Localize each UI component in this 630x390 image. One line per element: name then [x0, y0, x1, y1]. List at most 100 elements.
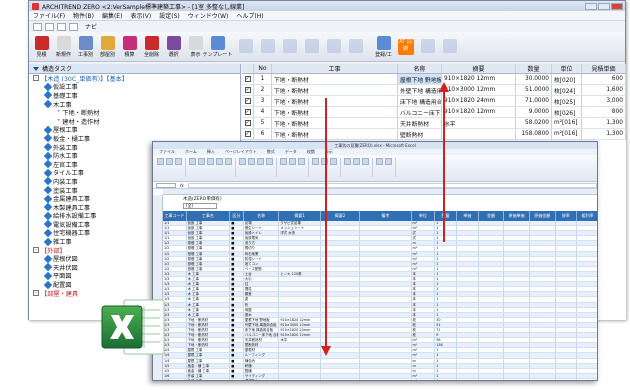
- sheet-cell[interactable]: ベース配筋: [244, 266, 280, 271]
- sheet-cell[interactable]: [504, 251, 530, 256]
- sheet-cell[interactable]: ルーフィング: [244, 353, 280, 358]
- sheet-cell[interactable]: [479, 373, 505, 378]
- sheet-cell[interactable]: [479, 312, 505, 317]
- sheet-cell[interactable]: [360, 312, 412, 317]
- sheet-cell[interactable]: 1: [435, 297, 457, 302]
- grid-column-header[interactable]: [242, 64, 254, 73]
- sheet-cell[interactable]: [457, 221, 479, 226]
- work-cell[interactable]: 下地・断熱材: [272, 129, 398, 139]
- sheet-cell[interactable]: [504, 256, 530, 261]
- sheet-cell[interactable]: 木 工事: [187, 277, 231, 282]
- ribbon-tab[interactable]: ホーム: [185, 149, 197, 155]
- sheet-cell[interactable]: [504, 266, 530, 271]
- sheet-cell[interactable]: 木 工事: [187, 282, 231, 287]
- row-checkbox-cell[interactable]: ✓: [242, 129, 254, 139]
- grid-column-header[interactable]: 単位: [552, 64, 582, 73]
- sheet-cell[interactable]: ■: [230, 368, 244, 373]
- sheet-cell[interactable]: [360, 271, 412, 277]
- sheet-cell[interactable]: メッシュシート: [279, 226, 321, 231]
- sheet-column-header[interactable]: 工事コード: [163, 211, 187, 221]
- sheet-cell[interactable]: [530, 266, 556, 271]
- sheet-cell[interactable]: サイディング: [244, 373, 280, 378]
- sheet-cell[interactable]: [457, 348, 479, 353]
- spec-cell[interactable]: 910×1820 24mm: [442, 96, 516, 106]
- sheet-cell[interactable]: [360, 363, 412, 368]
- sheet-cell[interactable]: [577, 323, 597, 327]
- grid-column-header[interactable]: 摘要: [442, 64, 516, 73]
- sheet-column-header[interactable]: 原価金額: [530, 211, 556, 221]
- toolbar-button[interactable]: テンプレート: [203, 33, 232, 61]
- sheet-cell[interactable]: [457, 353, 479, 358]
- tree-node[interactable]: 木工事: [29, 99, 240, 109]
- sheet-cell[interactable]: [360, 277, 412, 282]
- sheet-cell[interactable]: [457, 373, 479, 378]
- sheet-cell[interactable]: [577, 369, 597, 373]
- sheet-cell[interactable]: [479, 241, 505, 246]
- sheet-cell[interactable]: クサビ式足場: [279, 221, 321, 226]
- sheet-cell[interactable]: [577, 379, 597, 380]
- sheet-cell[interactable]: [360, 241, 412, 246]
- sheet-cell[interactable]: [504, 282, 530, 287]
- sheet-cell[interactable]: ■: [230, 246, 244, 251]
- toolbar-button[interactable]: 工事別: [75, 33, 96, 61]
- toolbar-button[interactable]: 選択: [163, 33, 184, 61]
- sheet-cell[interactable]: [321, 378, 361, 380]
- sheet-cell[interactable]: [556, 317, 578, 322]
- sheet-cell[interactable]: [479, 221, 505, 226]
- menu-item[interactable]: ウィンドウ(W): [188, 11, 229, 20]
- sheet-cell[interactable]: ■: [230, 251, 244, 256]
- sheet-cell[interactable]: ■: [230, 327, 244, 333]
- sheet-cell[interactable]: [479, 348, 505, 353]
- sheet-cell[interactable]: [530, 292, 556, 297]
- sheet-cell[interactable]: [479, 261, 505, 266]
- sheet-cell[interactable]: [504, 302, 530, 307]
- sheet-cell[interactable]: 1: [435, 221, 457, 226]
- sheet-cell[interactable]: [530, 353, 556, 358]
- ribbon-tab[interactable]: 数式: [267, 149, 275, 155]
- sheet-cell[interactable]: [504, 317, 530, 322]
- sheet-cell[interactable]: [556, 358, 578, 363]
- sheet-cell[interactable]: [360, 368, 412, 373]
- sheet-cell[interactable]: m²: [412, 251, 436, 256]
- sheet-cell[interactable]: 屋根下地 野地板: [244, 317, 280, 322]
- sheet-cell[interactable]: 1/2: [163, 266, 187, 271]
- sheet-cell[interactable]: m: [412, 363, 436, 368]
- sheet-cell[interactable]: 土台: [244, 271, 280, 277]
- sheet-cell[interactable]: ■: [230, 221, 244, 226]
- work-cell[interactable]: 下地・断熱材: [272, 118, 398, 128]
- sheet-cell[interactable]: [556, 266, 578, 271]
- sheet-cell[interactable]: [360, 221, 412, 226]
- sheet-cell[interactable]: ■: [230, 378, 244, 380]
- sheet-cell[interactable]: [479, 368, 505, 373]
- sheet-cell[interactable]: [556, 226, 578, 231]
- sheet-cell[interactable]: [457, 271, 479, 277]
- sheet-cell[interactable]: 間柱: [244, 287, 280, 292]
- sheet-cell[interactable]: [577, 277, 597, 281]
- sheet-cell[interactable]: [530, 338, 556, 343]
- sheet-cell[interactable]: ■: [230, 312, 244, 317]
- sheet-cell[interactable]: 71: [435, 327, 457, 333]
- sheet-cell[interactable]: m²: [412, 353, 436, 358]
- sheet-cell[interactable]: 枚: [412, 322, 436, 327]
- sheet-cell[interactable]: 158: [435, 343, 457, 348]
- sheet-cell[interactable]: 1: [435, 266, 457, 271]
- sheet-cell[interactable]: [279, 287, 321, 292]
- sheet-cell[interactable]: [556, 302, 578, 307]
- sheet-cell[interactable]: [504, 312, 530, 317]
- sheet-cell[interactable]: [479, 338, 505, 343]
- sheet-cell[interactable]: 外壁下地 構造用合板: [244, 322, 280, 327]
- sheet-cell[interactable]: [577, 348, 597, 352]
- sheet-cell[interactable]: 木 工事: [187, 297, 231, 302]
- sheet-cell[interactable]: [556, 261, 578, 266]
- checkbox[interactable]: ✓: [244, 131, 251, 137]
- row-checkbox-cell[interactable]: ✓: [242, 107, 254, 117]
- sheet-cell[interactable]: [457, 378, 479, 380]
- sheet-cell[interactable]: [360, 338, 412, 343]
- toolbar-button[interactable]: 見積: [31, 33, 52, 61]
- name-cell[interactable]: バルコニー床下地 合板: [398, 107, 442, 117]
- sheet-cell[interactable]: 仮設 工事: [187, 221, 231, 226]
- sheet-cell[interactable]: 枚: [412, 317, 436, 322]
- sheet-cell[interactable]: [479, 333, 505, 338]
- sheet-cell[interactable]: [530, 297, 556, 302]
- sheet-cell[interactable]: 本: [412, 312, 436, 317]
